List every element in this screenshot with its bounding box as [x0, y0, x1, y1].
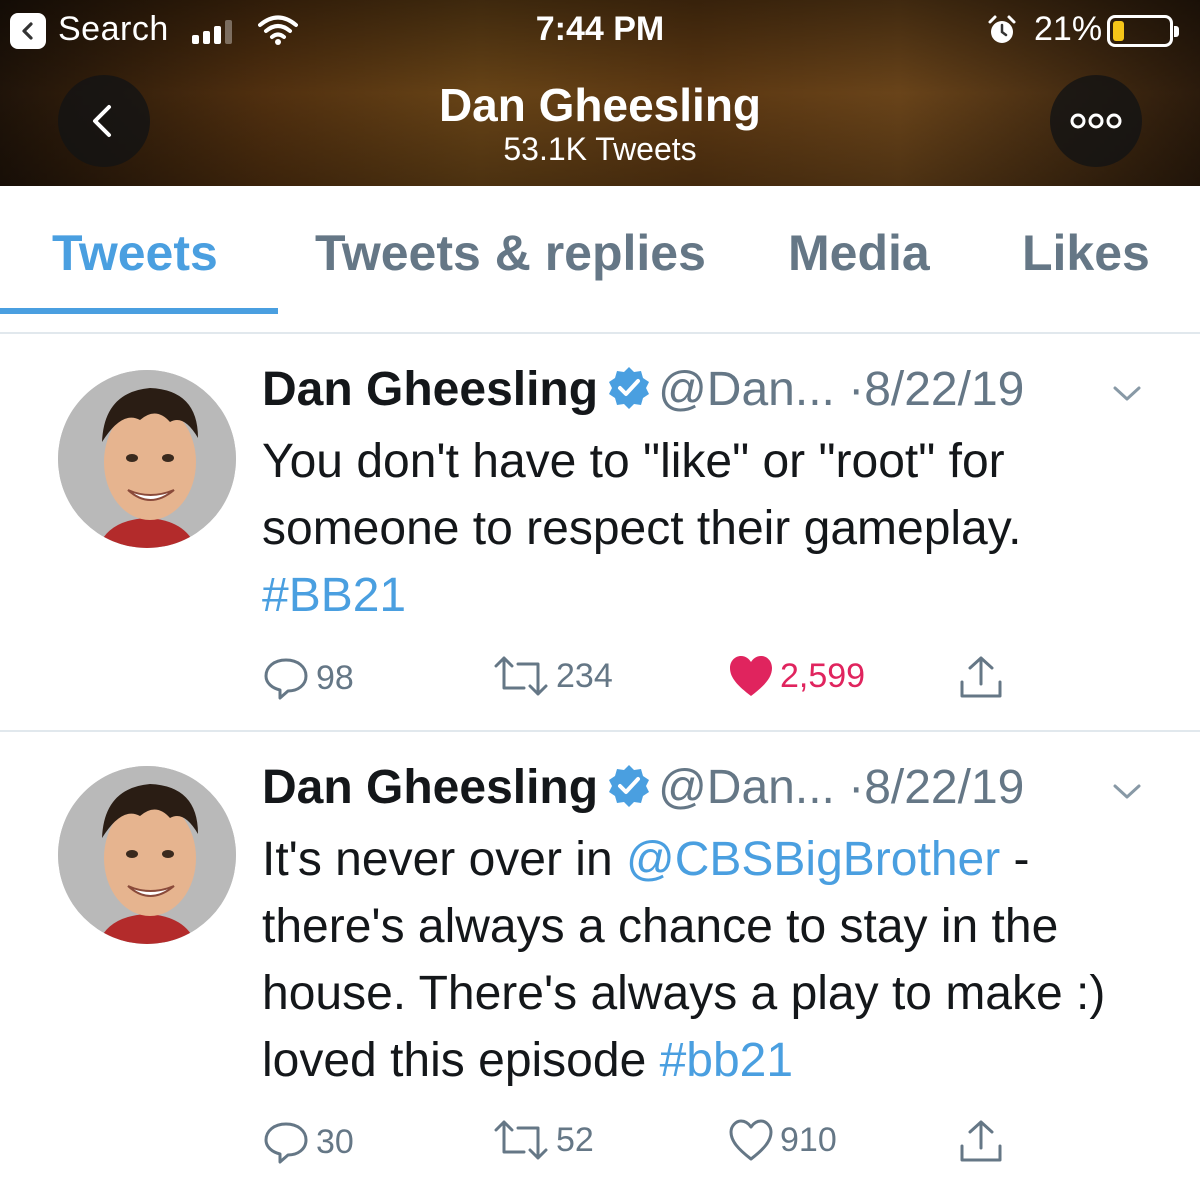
- mention-link[interactable]: @CBSBigBrother: [626, 833, 1000, 886]
- tweet-actions: 98 234 2,599: [262, 654, 1022, 704]
- retweet-icon: [494, 1120, 548, 1160]
- battery-fill: [1113, 21, 1125, 41]
- status-bar: Search 7:44 PM 21%: [0, 0, 1200, 62]
- battery-percent: 21%: [1034, 10, 1103, 48]
- share-icon: [960, 1120, 1002, 1162]
- tweet-text: It's never over in @CBSBigBrother - ther…: [262, 826, 1162, 1094]
- tweet-date[interactable]: ·8/22/19: [848, 363, 1024, 416]
- tab-media[interactable]: Media: [788, 224, 930, 282]
- clock: 7:44 PM: [535, 10, 665, 48]
- share-button[interactable]: [958, 654, 1004, 702]
- verified-badge-icon: [606, 763, 652, 821]
- reply-count: 30: [316, 1122, 354, 1161]
- share-button[interactable]: [958, 1118, 1004, 1166]
- tweet-date[interactable]: ·8/22/19: [848, 761, 1024, 814]
- tweet-header: Dan Gheesling @Dan... ·8/22/19: [262, 760, 1024, 820]
- tab-likes[interactable]: Likes: [1022, 224, 1150, 282]
- reply-icon: [264, 1122, 308, 1164]
- profile-header: Search 7:44 PM 21% Dan Gheesling 53.1K T…: [0, 0, 1200, 186]
- author-name[interactable]: Dan Gheesling: [262, 761, 598, 814]
- hashtag-link[interactable]: #BB21: [262, 569, 406, 622]
- like-button[interactable]: 2,599: [728, 654, 865, 698]
- tweet-text-segment: It's never over in: [262, 833, 626, 886]
- chevron-down-icon[interactable]: [1112, 782, 1142, 807]
- like-count: 2,599: [780, 656, 866, 695]
- share-icon: [960, 656, 1002, 698]
- tweet-count: 53.1K Tweets: [503, 131, 697, 167]
- like-button[interactable]: 910: [728, 1118, 837, 1162]
- retweet-button[interactable]: 52: [492, 1118, 594, 1162]
- tweet-text-segment: You don't have to "like" or "root" for s…: [262, 435, 1022, 555]
- tweet[interactable]: Dan Gheesling @Dan... ·8/22/19 It's never…: [0, 732, 1200, 1194]
- more-options-icon: [1070, 113, 1122, 129]
- retweet-button[interactable]: 234: [492, 654, 613, 698]
- tweet-actions: 30 52 910: [262, 1118, 1022, 1168]
- reply-count: 98: [316, 658, 354, 697]
- heart-outline-icon: [729, 1119, 773, 1161]
- avatar[interactable]: [58, 370, 236, 548]
- tab-tweets-and-replies[interactable]: Tweets & replies: [315, 224, 706, 282]
- author-name[interactable]: Dan Gheesling: [262, 363, 598, 416]
- heart-filled-icon: [730, 656, 772, 696]
- tab-tweets[interactable]: Tweets: [52, 224, 218, 282]
- avatar[interactable]: [58, 766, 236, 944]
- tweet-text: You don't have to "like" or "root" for s…: [262, 428, 1162, 629]
- active-tab-indicator: [0, 308, 278, 314]
- reply-button[interactable]: 30: [262, 1118, 354, 1166]
- alarm-icon: [985, 14, 1019, 53]
- battery-icon: [1107, 15, 1179, 47]
- verified-badge-icon: [606, 365, 652, 423]
- tweet-header: Dan Gheesling @Dan... ·8/22/19: [262, 362, 1024, 422]
- profile-tabs: Tweets Tweets & replies Media Likes: [0, 186, 1200, 314]
- profile-name-title: Dan Gheesling: [438, 79, 762, 131]
- author-handle[interactable]: @Dan...: [658, 363, 835, 416]
- chevron-down-icon[interactable]: [1112, 384, 1142, 409]
- hashtag-link[interactable]: #bb21: [660, 1034, 793, 1087]
- reply-button[interactable]: 98: [262, 654, 354, 702]
- retweet-count: 52: [556, 1120, 594, 1159]
- tweet[interactable]: Dan Gheesling @Dan... ·8/22/19 You don't …: [0, 334, 1200, 730]
- retweet-count: 234: [556, 656, 613, 695]
- like-count: 910: [780, 1120, 837, 1159]
- reply-icon: [264, 658, 308, 700]
- more-options-button[interactable]: [1050, 75, 1142, 167]
- retweet-icon: [494, 656, 548, 696]
- author-handle[interactable]: @Dan...: [658, 761, 835, 814]
